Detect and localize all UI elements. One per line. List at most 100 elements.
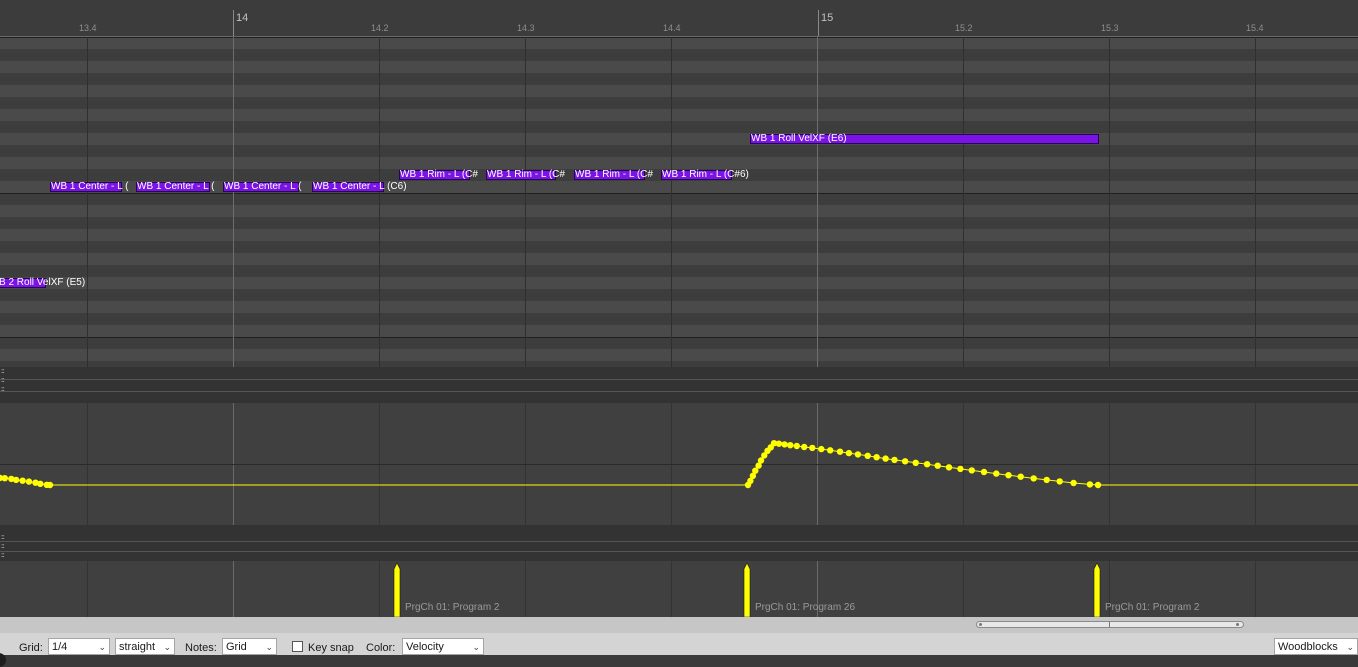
editor-toolbar: Grid: 1/4 ⌄ straight ⌄ Notes: Grid ⌄ Key… xyxy=(0,633,1358,667)
beat-line xyxy=(379,37,380,367)
midi-note-label: WB 1 Rim - L (C# xyxy=(575,169,653,180)
timeline-ruler[interactable]: 13.4 14 14.2 14.3 14.4 15 15.2 15.3 15.4 xyxy=(0,0,1358,36)
note-color-select[interactable]: Velocity ⌄ xyxy=(402,638,484,655)
cc-point[interactable] xyxy=(818,445,825,453)
cc-point[interactable] xyxy=(1056,478,1063,485)
program-change-marker[interactable] xyxy=(393,562,401,617)
lane-divider-cc-program[interactable]: :::: :::: :::: xyxy=(0,525,1358,561)
cc-point[interactable] xyxy=(1017,473,1024,480)
ruler-measure-line xyxy=(233,10,234,36)
cc-point[interactable] xyxy=(1070,479,1077,487)
cc-point[interactable] xyxy=(1043,476,1050,484)
divider-line xyxy=(0,541,1358,542)
pitch-row xyxy=(0,229,1358,241)
notes-snap-select[interactable]: Grid ⌄ xyxy=(222,638,277,655)
cc-point[interactable] xyxy=(864,452,871,459)
cc-point[interactable] xyxy=(827,447,834,454)
chevron-down-icon: ⌄ xyxy=(1346,642,1354,652)
octave-line xyxy=(0,337,1358,338)
program-change-marker[interactable] xyxy=(1093,562,1101,617)
divider-line xyxy=(0,379,1358,380)
pitch-row xyxy=(0,97,1358,109)
midi-note-label: WB 1 Center - L ( xyxy=(224,181,302,192)
pitch-row xyxy=(0,193,1358,205)
scroll-thumb[interactable] xyxy=(976,621,1244,628)
cc-point[interactable] xyxy=(793,442,800,450)
ruler-tick-label: 13.4 xyxy=(79,23,97,33)
grid-mode-select[interactable]: straight ⌄ xyxy=(115,638,175,655)
cc-point[interactable] xyxy=(781,441,788,448)
grid-size-value: 1/4 xyxy=(52,641,68,653)
lane-resize-handle-icon[interactable]: :::: xyxy=(1,369,15,375)
lane-divider-notes-cc[interactable]: :::: :::: :::: xyxy=(0,367,1358,403)
cc-point[interactable] xyxy=(46,481,54,489)
cc-point[interactable] xyxy=(923,461,931,468)
divider-line xyxy=(0,391,1358,392)
pitch-row xyxy=(0,109,1358,121)
ruler-tick-label: 14.3 xyxy=(517,23,535,33)
cc-point[interactable] xyxy=(845,449,853,457)
ruler-tick-label: 15.2 xyxy=(955,23,973,33)
midi-note-label: WB 1 Center - L ( xyxy=(137,181,215,192)
cc-point[interactable] xyxy=(945,464,953,471)
cc-lane[interactable] xyxy=(0,403,1358,525)
track-select-value: Woodblocks xyxy=(1278,641,1338,653)
program-change-label: PrgCh 01: Program 26 xyxy=(755,602,856,613)
midi-note-label: WB 1 Rim - L (C# xyxy=(487,169,565,180)
key-snap-checkbox[interactable] xyxy=(292,641,303,652)
octave-line xyxy=(0,193,1358,194)
pitch-row xyxy=(0,301,1358,313)
cc-point[interactable] xyxy=(891,456,898,464)
cc-point[interactable] xyxy=(968,467,975,474)
midi-note-label: WB 1 Rim - L (C# xyxy=(400,169,478,180)
ruler-tick-label: 15.3 xyxy=(1101,23,1119,33)
lane-resize-handle-icon[interactable]: :::: xyxy=(1,535,15,541)
lane-resize-handle-icon[interactable]: :::: xyxy=(1,387,15,393)
beat-line xyxy=(87,37,88,367)
cc-point[interactable] xyxy=(787,442,794,449)
cc-point[interactable] xyxy=(19,477,26,484)
cc-point[interactable] xyxy=(980,468,988,476)
cc-point[interactable] xyxy=(12,476,20,484)
cc-point[interactable] xyxy=(873,454,880,461)
cc-point[interactable] xyxy=(809,444,816,452)
cc-point[interactable] xyxy=(1094,481,1102,489)
piano-roll-grid[interactable]: B 2 Roll VelXF (E5) WB 1 Center - L (WB 1… xyxy=(0,37,1358,367)
lane-resize-handle-icon[interactable]: :::: xyxy=(1,544,15,550)
ruler-tick-label: 14.2 xyxy=(371,23,389,33)
pitch-row xyxy=(0,337,1358,349)
cc-point[interactable] xyxy=(912,459,919,466)
horizontal-scrollbar[interactable] xyxy=(0,617,1358,633)
cc-point[interactable] xyxy=(993,470,1000,477)
midi-note-label: WB 1 Center - L ( xyxy=(51,181,129,192)
pitch-row xyxy=(0,253,1358,265)
lane-resize-handle-icon[interactable]: :::: xyxy=(1,553,15,559)
notes-label: Notes: xyxy=(185,642,217,654)
cc-point[interactable] xyxy=(882,455,889,462)
cc-point[interactable] xyxy=(854,451,862,458)
cc-point[interactable] xyxy=(1030,475,1037,482)
cc-point[interactable] xyxy=(957,465,964,473)
divider-line xyxy=(0,551,1358,552)
cc-point[interactable] xyxy=(775,440,783,447)
cc-point[interactable] xyxy=(801,443,808,451)
grid-size-select[interactable]: 1/4 ⌄ xyxy=(48,638,110,655)
cc-point[interactable] xyxy=(934,462,941,469)
scroll-center-icon xyxy=(1109,622,1110,627)
cc-point[interactable] xyxy=(25,478,33,485)
lane-resize-handle-icon[interactable]: :::: xyxy=(1,378,15,384)
cc-point[interactable] xyxy=(1,475,8,482)
cc-point[interactable] xyxy=(1005,472,1012,479)
cc-point[interactable] xyxy=(1086,481,1094,488)
program-change-lane[interactable]: PrgCh 01: Program 2 PrgCh 01: Program 26 P… xyxy=(0,561,1358,617)
pitch-row xyxy=(0,217,1358,229)
midi-note-label: WB 1 Roll VelXF (E6) xyxy=(751,133,847,144)
cc-point[interactable] xyxy=(901,458,909,465)
cc-point[interactable] xyxy=(836,448,844,455)
cc-envelope[interactable] xyxy=(0,403,1358,525)
cc-point[interactable] xyxy=(37,480,44,487)
knob-icon[interactable] xyxy=(0,653,6,667)
track-select[interactable]: Woodblocks ⌄ xyxy=(1274,638,1358,655)
program-change-marker[interactable] xyxy=(743,562,751,617)
pitch-row xyxy=(0,49,1358,61)
